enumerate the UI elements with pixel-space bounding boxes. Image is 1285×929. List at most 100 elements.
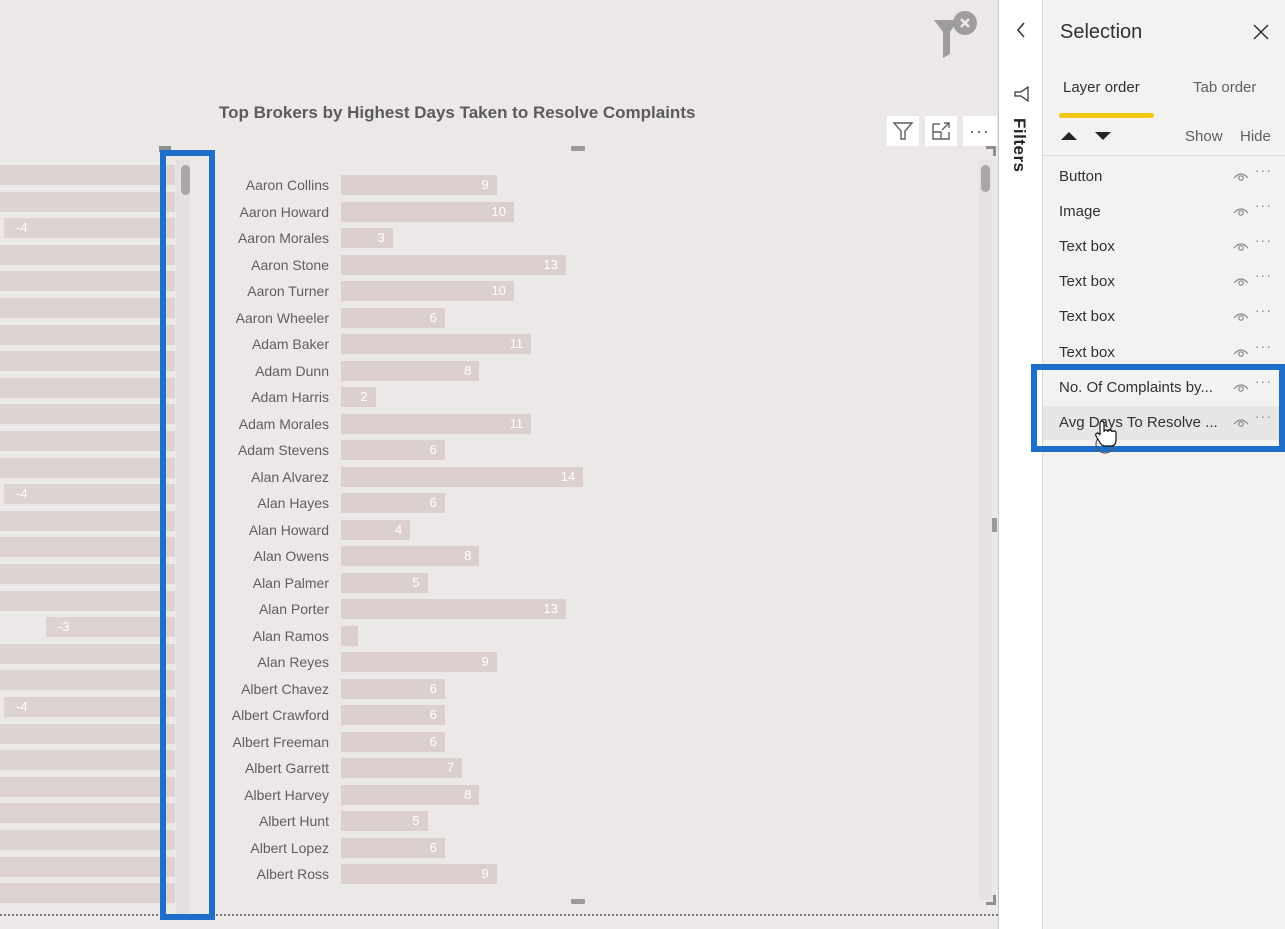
category-label: Aaron Howard (239, 203, 330, 220)
left-chart-bar[interactable] (0, 856, 175, 877)
chart-row[interactable]: Alan Owens 8 (215, 545, 985, 569)
left-chart-bar[interactable] (0, 165, 175, 185)
hide-all-button[interactable]: Hide (1240, 128, 1271, 145)
tab-layer-order[interactable]: Layer order (1063, 79, 1140, 96)
filters-label[interactable]: Filters (1009, 118, 1029, 173)
chart-row[interactable]: Alan Porter 13 (215, 598, 985, 622)
left-chart-bar[interactable] (0, 377, 175, 398)
chart-row[interactable]: Albert Freeman 6 (215, 731, 985, 755)
eye-icon[interactable] (1232, 204, 1250, 218)
visual-filter-button[interactable] (887, 116, 919, 146)
chart-row[interactable]: Adam Harris 2 (215, 386, 985, 410)
more-options-icon[interactable]: ··· (1255, 338, 1272, 354)
chart-row[interactable]: Albert Garrett 7 (215, 757, 985, 781)
more-options-icon[interactable]: ··· (1255, 232, 1272, 248)
left-chart-bar[interactable] (0, 723, 175, 744)
left-chart-bar[interactable]: -4 (4, 484, 175, 505)
chart-row[interactable]: Adam Morales 11 (215, 413, 985, 437)
chart-row[interactable]: Albert Harvey 8 (215, 784, 985, 808)
chart-row[interactable]: Adam Dunn 8 (215, 360, 985, 384)
chart-row[interactable]: Albert Lopez 6 (215, 837, 985, 861)
left-chart-bar[interactable] (0, 324, 175, 345)
chart-row[interactable]: Adam Baker 11 (215, 333, 985, 357)
eye-icon[interactable] (1232, 239, 1250, 253)
left-chart-bar[interactable]: -4 (4, 697, 175, 717)
left-chart-bar[interactable] (0, 457, 175, 478)
tab-tab-order[interactable]: Tab order (1193, 79, 1256, 96)
more-options-icon[interactable]: ··· (1255, 162, 1272, 178)
report-canvas[interactable]: -4 -4 -3 -4 Top Brokers by Highest Days Tak… (0, 0, 998, 929)
eye-icon[interactable] (1232, 309, 1250, 323)
left-chart-bar[interactable] (0, 191, 175, 212)
left-chart-bar[interactable] (0, 351, 175, 372)
left-chart-bar[interactable] (0, 298, 175, 318)
category-label: Albert Hunt (258, 813, 329, 829)
left-chart-bar[interactable] (0, 776, 175, 797)
left-chart-bar[interactable] (0, 670, 175, 691)
left-chart-bar[interactable] (0, 803, 175, 824)
filters-pane-collapsed[interactable]: Filters (998, 0, 1042, 929)
chart-row[interactable]: Aaron Wheeler 6 (215, 307, 985, 331)
layer-item[interactable]: Text box ··· (1043, 300, 1285, 334)
triangle-up-icon[interactable] (1059, 128, 1079, 144)
left-chart-bar[interactable] (0, 431, 175, 451)
more-options-button[interactable]: ... (963, 116, 997, 146)
chart-row[interactable]: Alan Alvarez 14 (215, 466, 985, 490)
left-chart-bar[interactable] (0, 643, 175, 664)
chart-row[interactable]: Alan Hayes 6 (215, 492, 985, 516)
resize-corner-top-right[interactable] (986, 146, 996, 156)
left-chart-bar[interactable] (0, 537, 175, 558)
layer-item[interactable]: Text box ··· (1043, 265, 1285, 299)
chart-row[interactable]: Adam Stevens 6 (215, 439, 985, 463)
left-chart-bar[interactable]: -3 (46, 617, 175, 638)
layer-item[interactable]: Button ··· (1043, 160, 1285, 194)
layer-name: Button (1059, 168, 1103, 185)
eye-icon[interactable] (1232, 345, 1250, 359)
show-all-button[interactable]: Show (1185, 128, 1223, 145)
layer-item[interactable]: Image ··· (1043, 195, 1285, 229)
left-chart-bar[interactable] (0, 510, 175, 531)
category-label: Aaron Collins (245, 177, 329, 193)
chart-row[interactable]: Alan Ramos (215, 625, 985, 649)
close-pane-button[interactable] (1249, 20, 1273, 44)
funnel-clear-icon[interactable] (930, 6, 980, 58)
resize-handle-top[interactable] (571, 146, 585, 151)
more-options-icon[interactable]: ··· (1255, 267, 1272, 283)
eye-icon[interactable] (1232, 274, 1250, 288)
chart-row[interactable]: Albert Hunt 5 (215, 810, 985, 834)
eye-icon[interactable] (1232, 169, 1250, 183)
more-options-icon[interactable]: ··· (1255, 302, 1272, 318)
chart-row[interactable]: Alan Reyes 9 (215, 651, 985, 675)
chart-row[interactable]: Albert Crawford 6 (215, 704, 985, 728)
resize-handle-right[interactable] (992, 518, 997, 532)
chart-row[interactable]: Aaron Turner 10 (215, 280, 985, 304)
chart-row[interactable]: Aaron Stone 13 (215, 254, 985, 278)
layer-item[interactable]: Text box ··· (1043, 230, 1285, 264)
focus-mode-button[interactable] (925, 116, 957, 146)
bar[interactable] (341, 254, 566, 275)
left-chart-bar[interactable] (0, 244, 175, 265)
left-chart-bar[interactable] (0, 830, 175, 850)
chart-row[interactable]: Albert Chavez 6 (215, 678, 985, 702)
bar[interactable] (341, 625, 359, 646)
left-chart-bar[interactable] (0, 883, 175, 904)
chart-row[interactable]: Albert Ross 9 (215, 863, 985, 887)
triangle-down-icon[interactable] (1093, 128, 1113, 144)
chart-row[interactable]: Aaron Howard 10 (215, 201, 985, 225)
expand-filters-button[interactable] (1011, 18, 1031, 42)
left-chart-bar[interactable] (0, 590, 175, 611)
left-chart-bar[interactable] (0, 404, 175, 425)
bar-chart[interactable]: Aaron Collins 9 Aaron Howard 10 Aaron Morale… (215, 160, 985, 900)
chart-row[interactable]: Aaron Collins 9 (215, 174, 985, 198)
left-chart-bar[interactable] (0, 271, 175, 292)
bar[interactable] (341, 466, 584, 487)
left-chart-bar[interactable] (0, 564, 175, 584)
bar[interactable] (341, 599, 566, 619)
chart-row[interactable]: Alan Palmer 5 (215, 572, 985, 596)
chart-row[interactable]: Alan Howard 4 (215, 519, 985, 543)
chart-row[interactable]: Aaron Morales 3 (215, 227, 985, 251)
left-chart-bar[interactable]: -4 (4, 218, 175, 239)
left-chart-bar[interactable] (0, 750, 175, 771)
data-label: -4 (16, 699, 28, 714)
more-options-icon[interactable]: ··· (1255, 197, 1272, 213)
